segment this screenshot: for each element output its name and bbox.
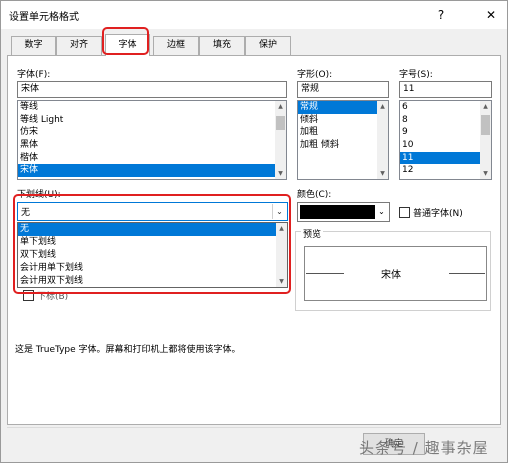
style-label: 字形(O): [297, 70, 333, 80]
list-item-selected[interactable]: 11 [400, 151, 480, 165]
size-label: 字号(S): [399, 70, 433, 80]
style-list[interactable]: 常规 倾斜 加粗 加粗 倾斜 ▲ ▼ [297, 100, 389, 180]
list-item[interactable]: 黑体 [18, 139, 286, 152]
color-picker[interactable]: ⌄ [297, 202, 390, 222]
list-item[interactable]: 12 [400, 164, 491, 177]
scroll-thumb[interactable] [481, 115, 490, 135]
underline-highlight [13, 194, 291, 294]
normal-font-checkbox[interactable] [399, 207, 410, 218]
list-item[interactable]: 9 [400, 126, 491, 139]
tab-border[interactable]: 边框 [153, 36, 199, 55]
tab-protection[interactable]: 保护 [245, 36, 291, 55]
size-input[interactable]: 11 [399, 81, 492, 98]
list-item[interactable]: 加粗 [298, 126, 388, 139]
tab-strip: 数字 对齐 字体 边框 填充 保护 [7, 34, 501, 56]
list-item[interactable]: 楷体 [18, 152, 286, 165]
list-item[interactable]: 8 [400, 114, 491, 127]
scroll-thumb[interactable] [276, 116, 285, 130]
help-button[interactable]: ? [431, 5, 451, 25]
watermark: 头条号 / 趣事杂屋 [359, 439, 489, 457]
tab-fill[interactable]: 填充 [199, 36, 245, 55]
divider [7, 427, 501, 428]
size-list[interactable]: 6 8 9 10 11 12 ▲ ▼ [399, 100, 492, 180]
font-list[interactable]: 等线 等线 Light 仿宋 黑体 楷体 宋体 ▲ ▼ [17, 100, 287, 180]
list-item-selected[interactable]: 常规 [298, 101, 377, 114]
list-item[interactable]: 倾斜 [298, 114, 388, 127]
normal-font-label: 普通字体(N) [413, 209, 463, 219]
preview-sample: 宋体 [381, 270, 401, 281]
tab-number[interactable]: 数字 [11, 36, 56, 55]
scroll-down-icon[interactable]: ▼ [275, 168, 286, 179]
font-input[interactable]: 宋体 [17, 81, 287, 98]
preview-label: 预览 [301, 227, 324, 240]
size-list-scrollbar[interactable]: ▲ ▼ [480, 101, 491, 179]
font-tab-highlight [102, 27, 149, 55]
scroll-down-icon[interactable]: ▼ [377, 168, 388, 179]
scroll-up-icon[interactable]: ▲ [275, 101, 286, 112]
list-item[interactable]: 6 [400, 101, 491, 114]
list-item-selected[interactable]: 宋体 [18, 164, 286, 178]
style-input[interactable]: 常规 [297, 81, 389, 98]
list-item[interactable]: 仿宋 [18, 126, 286, 139]
list-item[interactable]: 加粗 倾斜 [298, 139, 388, 152]
scroll-up-icon[interactable]: ▲ [480, 101, 491, 112]
close-button[interactable]: ✕ [481, 5, 501, 25]
list-item[interactable]: 等线 Light [18, 114, 286, 127]
scroll-down-icon[interactable]: ▼ [480, 168, 491, 179]
dialog-title: 设置单元格格式 [9, 12, 79, 23]
style-list-scrollbar[interactable]: ▲ ▼ [377, 101, 388, 179]
list-item[interactable]: 等线 [18, 101, 286, 114]
title-bar: 设置单元格格式 ? ✕ [1, 1, 507, 29]
scroll-up-icon[interactable]: ▲ [377, 101, 388, 112]
format-cells-dialog: 设置单元格格式 ? ✕ 数字 对齐 字体 边框 填充 保护 字体(F): 宋体 … [0, 0, 508, 463]
list-item[interactable]: 10 [400, 139, 491, 152]
font-label: 字体(F): [17, 70, 51, 80]
preview-baseline-left [306, 273, 344, 274]
font-list-scrollbar[interactable]: ▲ ▼ [275, 101, 286, 179]
chevron-down-icon[interactable]: ⌄ [375, 204, 388, 220]
color-swatch [300, 205, 375, 219]
font-info-text: 这是 TrueType 字体。屏幕和打印机上都将使用该字体。 [15, 345, 241, 355]
color-label: 颜色(C): [297, 190, 332, 200]
preview-baseline-right [449, 273, 485, 274]
tab-alignment[interactable]: 对齐 [56, 36, 102, 55]
